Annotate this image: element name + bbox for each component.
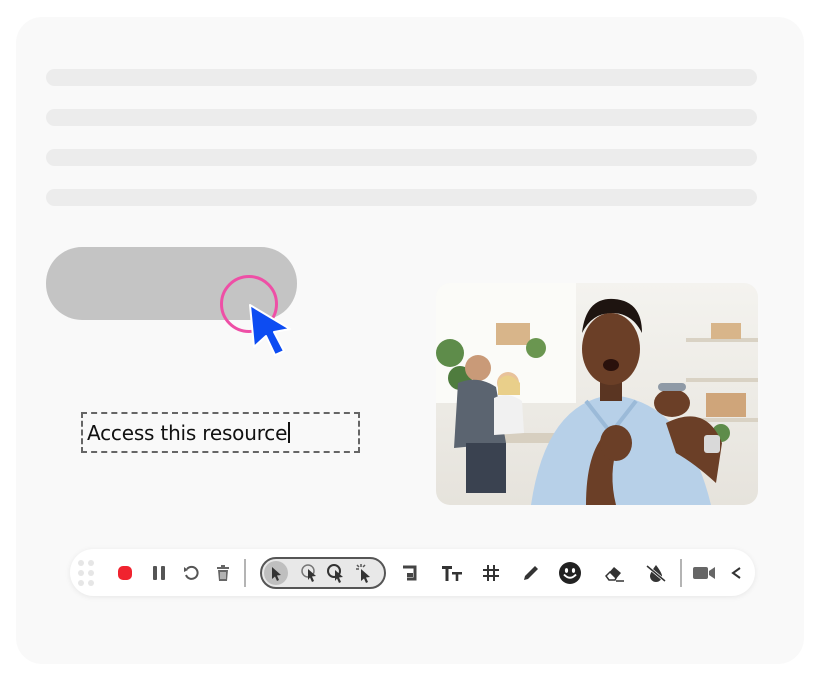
toolbar-divider <box>244 559 246 587</box>
pointer-mode-button[interactable] <box>262 549 290 596</box>
click-pointer-icon <box>301 563 316 582</box>
spark-pointer-button[interactable] <box>350 549 378 596</box>
record-button[interactable] <box>112 549 138 596</box>
text-caret <box>288 422 291 443</box>
camera-icon <box>693 566 715 579</box>
trash-icon <box>217 564 229 581</box>
record-icon <box>118 565 132 580</box>
pointer-icon <box>264 560 288 585</box>
presenter-video <box>436 283 758 505</box>
text-annotation-value: Access this resource <box>87 420 288 445</box>
eraser-icon <box>605 566 624 582</box>
video-frame <box>436 283 758 505</box>
collapse-toolbar-button[interactable] <box>726 549 746 596</box>
pause-icon <box>153 565 165 580</box>
pencil-button[interactable] <box>518 549 544 596</box>
collapse-icon <box>731 566 741 579</box>
toolbar-divider <box>680 559 682 587</box>
mouse-cursor-icon <box>249 304 291 356</box>
click-pointer-button[interactable] <box>296 549 324 596</box>
placeholder-line-2 <box>46 109 757 126</box>
camera-button[interactable] <box>690 549 718 596</box>
ink-drop-icon <box>646 564 666 582</box>
grid-icon <box>483 564 499 581</box>
placeholder-line-4 <box>46 189 757 206</box>
pause-button[interactable] <box>146 549 172 596</box>
undo-icon <box>184 565 199 580</box>
crop-button[interactable] <box>398 549 424 596</box>
zoom-pointer-icon <box>327 563 343 583</box>
zoom-pointer-button[interactable] <box>322 549 350 596</box>
crop-icon <box>403 565 417 580</box>
pencil-icon <box>524 565 538 580</box>
delete-button[interactable] <box>210 549 236 596</box>
text-size-icon <box>442 565 462 581</box>
text-size-button[interactable] <box>438 549 466 596</box>
emoji-icon <box>559 561 581 584</box>
spark-pointer-icon <box>356 563 370 583</box>
undo-button[interactable] <box>178 549 204 596</box>
emoji-button[interactable] <box>556 549 584 596</box>
annotation-toolbar <box>70 549 755 596</box>
grid-button[interactable] <box>478 549 504 596</box>
ink-drop-button[interactable] <box>642 549 670 596</box>
placeholder-line-3 <box>46 149 757 166</box>
text-annotation-box[interactable]: Access this resource <box>81 412 360 453</box>
placeholder-line-1 <box>46 69 757 86</box>
drag-handle-icon[interactable] <box>78 560 98 586</box>
eraser-button[interactable] <box>600 549 628 596</box>
